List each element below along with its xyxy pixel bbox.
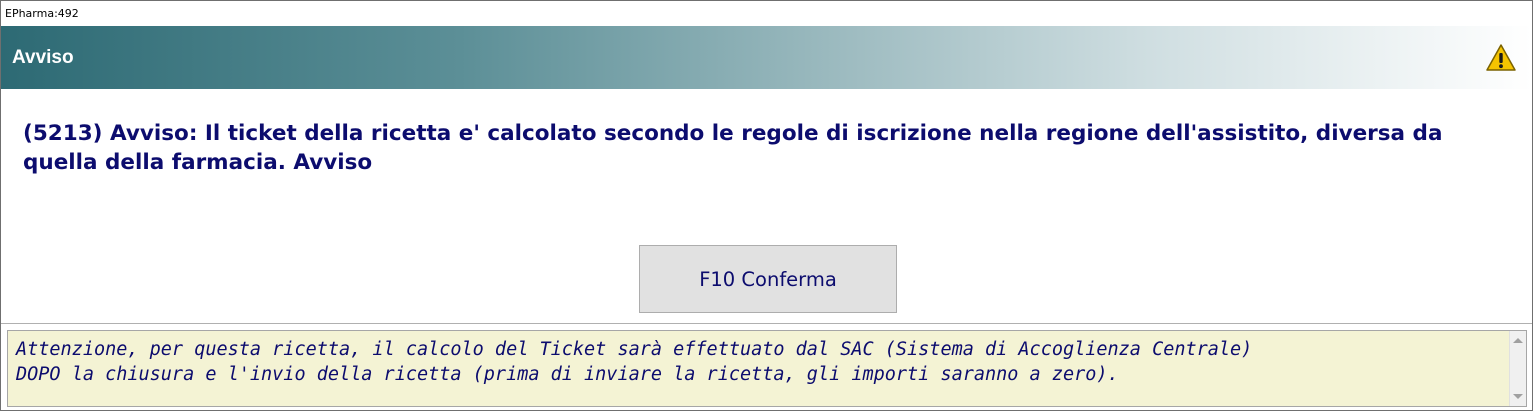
dialog-header: Avviso [1, 26, 1532, 89]
dialog-window: EPharma:492 Avviso (5213) Avviso: Il tic… [0, 0, 1533, 411]
window-title: EPharma:492 [5, 7, 79, 20]
note-text: Attenzione, per questa ricetta, il calco… [16, 339, 1253, 385]
note-textbox[interactable]: Attenzione, per questa ricetta, il calco… [7, 330, 1527, 407]
scroll-down-icon[interactable] [1513, 394, 1523, 399]
warning-message: (5213) Avviso: Il ticket della ricetta e… [23, 121, 1443, 175]
warning-icon [1485, 43, 1517, 73]
divider [1, 323, 1532, 324]
window-titlebar[interactable]: EPharma:492 [1, 1, 1532, 26]
confirm-button[interactable]: F10 Conferma [639, 245, 897, 313]
vertical-scrollbar[interactable] [1509, 331, 1526, 406]
dialog-title: Avviso [12, 47, 74, 68]
scroll-up-icon[interactable] [1513, 338, 1523, 343]
